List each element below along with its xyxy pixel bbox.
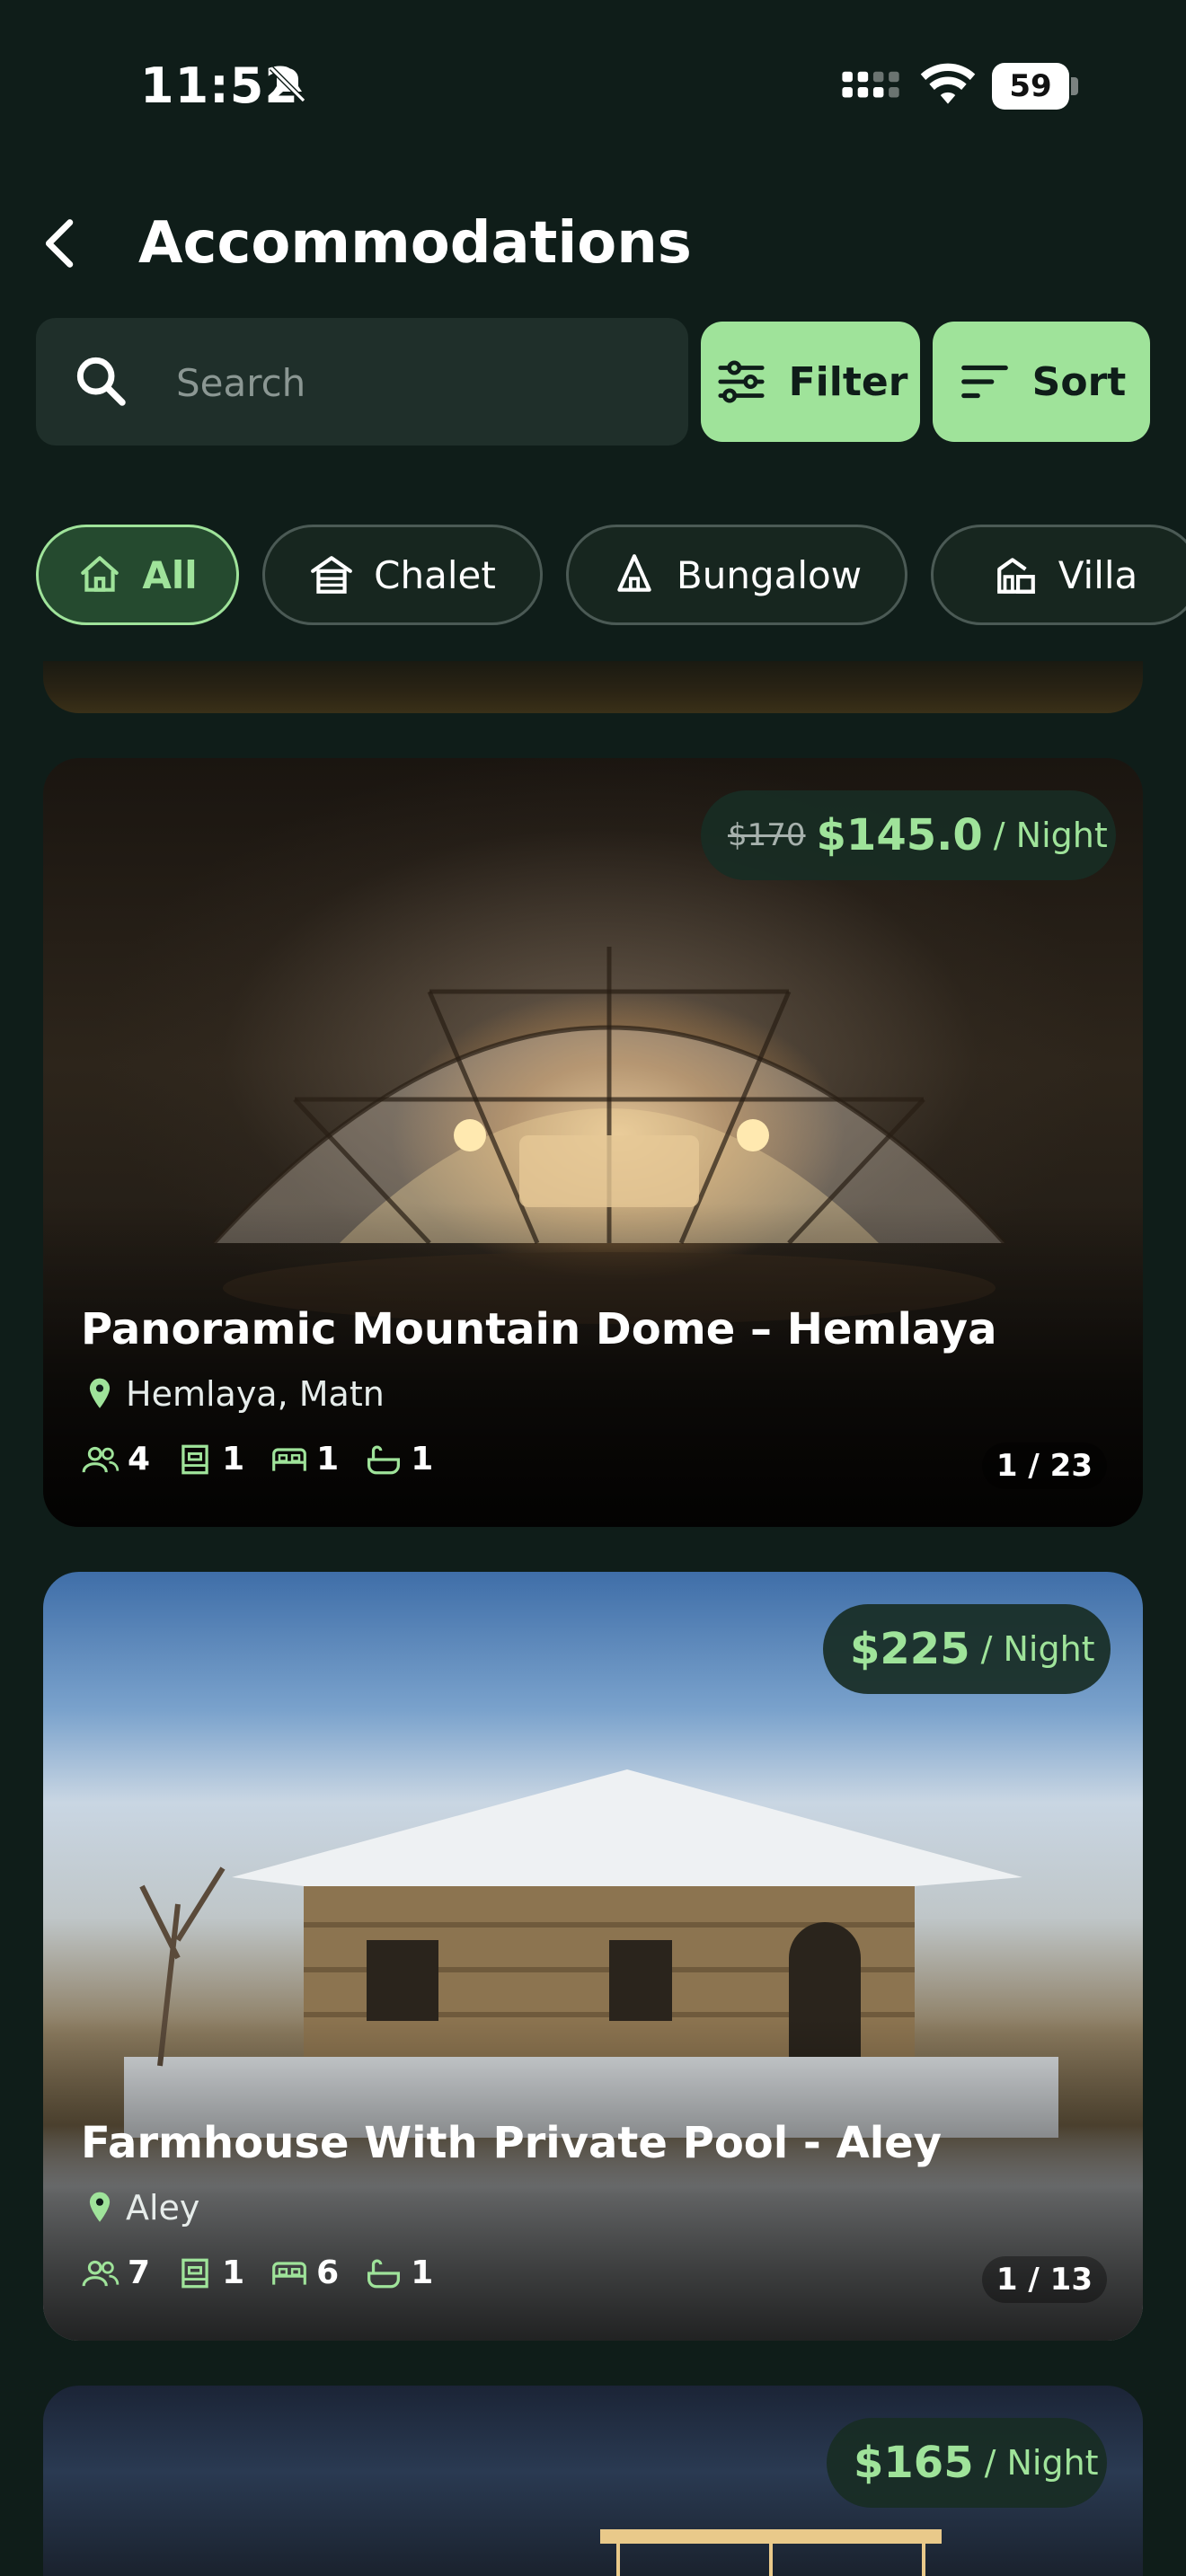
wifi-icon — [920, 63, 976, 104]
sort-button[interactable]: Sort — [933, 322, 1150, 442]
search-input[interactable] — [174, 350, 663, 415]
bathtub-icon — [367, 1444, 401, 1474]
price-unit: / Night — [984, 2443, 1099, 2483]
page-title: Accommodations — [138, 210, 692, 277]
search-icon — [76, 357, 126, 406]
photo-counter: 1 / 23 — [981, 1442, 1107, 1489]
spec-guests: 4 — [81, 1441, 150, 1478]
listing-title: Panoramic Mountain Dome – Hemlaya — [81, 1304, 997, 1354]
bungalow-icon — [617, 554, 651, 592]
battery-level: 59 — [1009, 68, 1052, 104]
location-text: Hemlaya, Matn — [126, 1374, 385, 1414]
back-arrow-icon[interactable] — [31, 212, 93, 275]
beds-count: 1 — [316, 1441, 340, 1478]
listing-title: Farmhouse With Private Pool - Aley — [81, 2118, 943, 2168]
location-pin-icon — [89, 2192, 111, 2222]
spec-rooms: 1 — [175, 1441, 244, 1478]
search-box[interactable] — [36, 318, 688, 446]
old-price: $170 — [728, 817, 806, 853]
listing-specs: 7 1 6 1 — [81, 2254, 433, 2291]
category-chips: All Chalet Bungalow Villa — [36, 525, 1186, 629]
chip-chalet[interactable]: Chalet — [262, 525, 543, 625]
spec-baths: 1 — [364, 1441, 433, 1478]
price: $145.0 — [816, 810, 983, 860]
sort-label: Sort — [1031, 358, 1127, 405]
price: $225 — [850, 1624, 970, 1674]
filter-button[interactable]: Filter — [701, 322, 920, 442]
beds-count: 6 — [316, 2254, 340, 2291]
guests-count: 4 — [128, 1441, 151, 1478]
sort-icon — [960, 365, 1008, 399]
battery-indicator: 59 — [992, 63, 1078, 110]
listing-card[interactable]: $165 / Night — [43, 2386, 1143, 2576]
price-badge: $170 $145.0 / Night — [701, 790, 1116, 880]
chip-bungalow[interactable]: Bungalow — [566, 525, 907, 625]
cellular-signal-icon — [842, 71, 899, 98]
rooms-count: 1 — [222, 2254, 245, 2291]
price-unit: / Night — [980, 1629, 1095, 1669]
chip-label: Bungalow — [676, 552, 863, 597]
room-icon — [181, 2258, 208, 2288]
baths-count: 1 — [411, 1441, 434, 1478]
bed-icon — [272, 2261, 306, 2285]
chip-label: Chalet — [374, 552, 496, 597]
spec-guests: 7 — [81, 2254, 150, 2291]
spec-baths: 1 — [364, 2254, 433, 2291]
guests-count: 7 — [128, 2254, 151, 2291]
header: Accommodations — [0, 198, 1186, 287]
filter-label: Filter — [788, 358, 908, 405]
guests-icon — [82, 2260, 119, 2286]
chip-all[interactable]: All — [36, 525, 239, 625]
location-text: Aley — [126, 2188, 200, 2228]
listing-card[interactable]: $225 / Night Farmhouse With Private Pool… — [43, 1572, 1143, 2341]
bell-muted-icon — [269, 66, 306, 103]
chip-label: Villa — [1058, 552, 1138, 597]
baths-count: 1 — [411, 2254, 434, 2291]
price-unit: / Night — [993, 816, 1108, 855]
pergola-photo-illustration — [600, 2529, 942, 2576]
price: $165 — [854, 2438, 974, 2488]
listing-location: Hemlaya, Matn — [84, 1374, 385, 1414]
spec-beds: 1 — [270, 1441, 339, 1478]
location-pin-icon — [89, 1378, 111, 1408]
photo-counter: 1 / 13 — [981, 2256, 1107, 2303]
chip-villa[interactable]: Villa — [931, 525, 1186, 625]
bathtub-icon — [367, 2258, 401, 2288]
chalet-icon — [311, 556, 353, 594]
listing-card[interactable]: $170 $145.0 / Night Panoramic Mountain D… — [43, 758, 1143, 1527]
villa-icon — [996, 558, 1035, 594]
rooms-count: 1 — [222, 1441, 245, 1478]
spec-beds: 6 — [270, 2254, 339, 2291]
spec-rooms: 1 — [175, 2254, 244, 2291]
chip-label: All — [142, 552, 198, 597]
listing-specs: 4 1 1 1 — [81, 1441, 433, 1478]
home-icon — [81, 556, 119, 592]
sliders-icon — [718, 360, 765, 403]
room-icon — [181, 1444, 208, 1474]
price-badge: $225 / Night — [823, 1604, 1111, 1694]
listing-location: Aley — [84, 2188, 199, 2228]
listing-card-image[interactable] — [43, 661, 1143, 713]
guests-icon — [82, 1446, 119, 1472]
status-bar: 11:52 59 — [0, 0, 1186, 171]
bed-icon — [272, 1447, 306, 1471]
price-badge: $165 / Night — [827, 2418, 1107, 2508]
